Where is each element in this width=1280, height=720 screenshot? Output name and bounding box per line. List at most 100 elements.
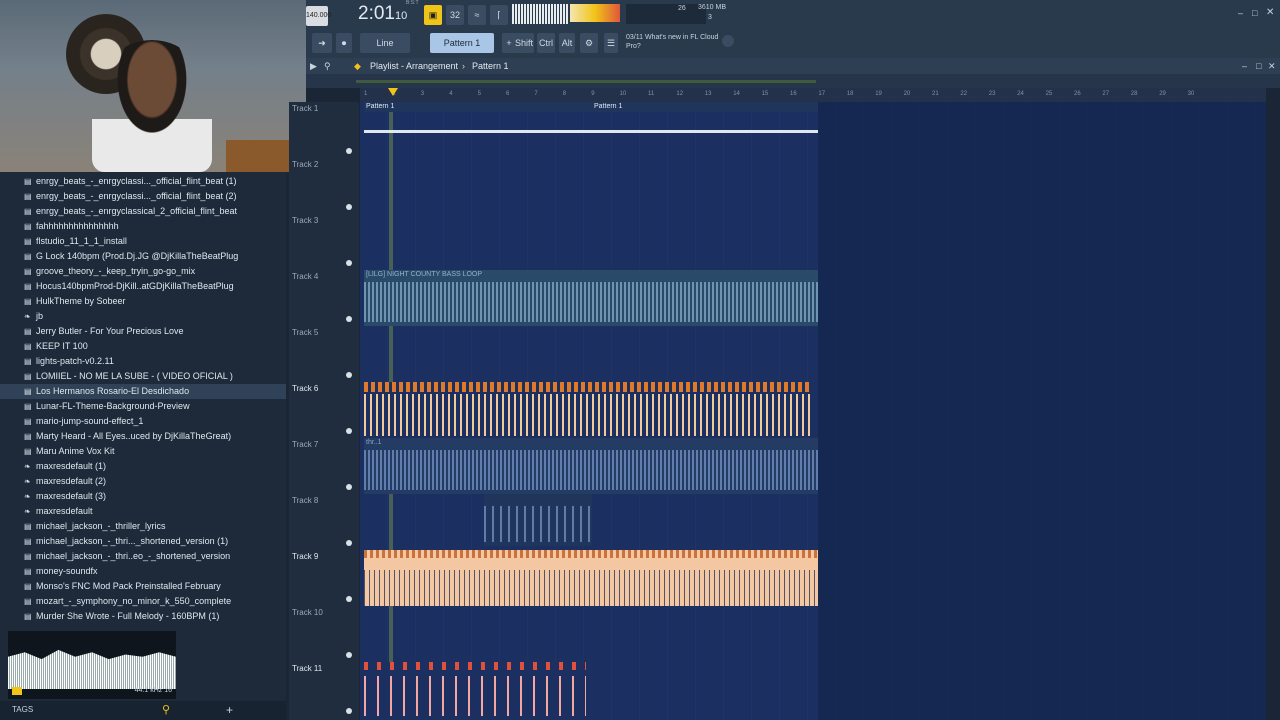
- track-mute-dot[interactable]: [346, 596, 352, 602]
- arrow-right-icon[interactable]: ➜: [312, 33, 332, 53]
- track-label[interactable]: Track 1: [292, 104, 318, 113]
- automation-line[interactable]: [364, 130, 818, 133]
- clip-audio-track9[interactable]: [364, 550, 818, 606]
- clip-audio-track6[interactable]: [364, 382, 810, 438]
- add-button[interactable]: +: [226, 703, 233, 717]
- mic-icon[interactable]: ⏺: [336, 33, 352, 53]
- browser-item[interactable]: ▤ lights-patch-v0.2.11: [0, 354, 286, 369]
- ctrl-button[interactable]: Ctrl: [537, 33, 555, 53]
- browser-item[interactable]: ▤ LOMIIEL - NO ME LA SUBE - ( VIDEO OFICI…: [0, 369, 286, 384]
- tags-label[interactable]: TAGS: [12, 705, 33, 714]
- browser-item[interactable]: ▤ Jerry Butler - For Your Precious Love: [0, 324, 286, 339]
- shift-button[interactable]: Shift: [514, 33, 534, 53]
- clip-audio-track7[interactable]: thr..1: [364, 438, 818, 494]
- pl-maximize-icon[interactable]: □: [1256, 58, 1261, 74]
- clip-pattern-b[interactable]: Pattern 1: [592, 102, 818, 112]
- pl-menu-icon[interactable]: ▶: [310, 58, 317, 74]
- track-mute-dot[interactable]: [346, 148, 352, 154]
- browser-item[interactable]: ▤ michael_jackson_-_thri..eo_-_shortened_…: [0, 549, 286, 564]
- track-mute-dot[interactable]: [346, 652, 352, 658]
- news-panel[interactable]: 03/11 What's new in FL Cloud Pro?: [626, 33, 726, 51]
- track-label[interactable]: Track 10: [292, 608, 323, 617]
- browser-item[interactable]: ▤ mario-jump-sound-effect_1: [0, 414, 286, 429]
- track-label[interactable]: Track 7: [292, 440, 318, 449]
- track-mute-dot[interactable]: [346, 428, 352, 434]
- tool-icon[interactable]: ⚙: [580, 33, 598, 53]
- time-ruler[interactable]: 1 2 3 4 5 6 7 8 9 10 11 12 13 14 15 16 17 18 19 20 21 22 23 24 2…: [360, 88, 1266, 102]
- browser-item[interactable]: ▤ michael_jackson_-_thriller_lyrics: [0, 519, 286, 534]
- cart-icon[interactable]: ☰: [604, 33, 618, 53]
- track-label[interactable]: Track 6: [292, 384, 318, 393]
- browser-item[interactable]: ▤ Lunar-FL-Theme-Background-Preview: [0, 399, 286, 414]
- track-mute-dot[interactable]: [346, 204, 352, 210]
- browser-item[interactable]: ▤ mozart_-_symphony_no_minor_k_550_comple…: [0, 594, 286, 609]
- browser-item[interactable]: ▤ Los Hermanos Rosario-El Desdichado: [0, 384, 286, 399]
- pattern-mode-button[interactable]: ▣: [424, 5, 442, 25]
- pl-close-icon[interactable]: ✕: [1268, 58, 1276, 74]
- clip-audio-track8[interactable]: [484, 494, 592, 546]
- browser-item[interactable]: ▤ fahhhhhhhhhhhhhhh: [0, 219, 286, 234]
- metronome-icon[interactable]: ⌈: [490, 5, 508, 25]
- track-label[interactable]: Track 8: [292, 496, 318, 505]
- globe-icon[interactable]: [722, 35, 734, 47]
- browser-item[interactable]: ▤ G Lock 140bpm (Prod.Dj.JG @DjKillaTheBe…: [0, 249, 286, 264]
- vertical-scrollbar[interactable]: [1268, 102, 1280, 720]
- browser-item[interactable]: ▤ money-soundfx: [0, 564, 286, 579]
- browser-item[interactable]: ▤ groove_theory_-_keep_tryin_go-go_mix: [0, 264, 286, 279]
- track-mute-dot[interactable]: [346, 540, 352, 546]
- tempo-display[interactable]: 140.000: [306, 6, 331, 26]
- search-icon[interactable]: ⚲: [162, 703, 170, 716]
- pattern-select[interactable]: Pattern 1: [430, 33, 494, 53]
- browser-item[interactable]: ▤ Murder She Wrote - Full Melody - 160BPM…: [0, 609, 286, 624]
- zoom-icon[interactable]: ⚲: [324, 58, 331, 74]
- pl-minimize-icon[interactable]: –: [1242, 58, 1247, 74]
- overview-bar[interactable]: [306, 74, 1280, 88]
- pattern-number[interactable]: 32: [446, 5, 464, 25]
- track-label[interactable]: Track 3: [292, 216, 318, 225]
- browser-item[interactable]: ▤ Maru Anime Vox Kit: [0, 444, 286, 459]
- browser-item[interactable]: ❧ maxresdefault: [0, 504, 286, 519]
- browser-item[interactable]: ▤ enrgy_beats_-_enrgyclassi..._official_f…: [0, 174, 286, 189]
- time-display[interactable]: 2:0110: [358, 3, 407, 25]
- clip-audio-track4[interactable]: [LILG] NIGHT COUNTY BASS LOOP: [364, 270, 818, 326]
- track-label[interactable]: Track 5: [292, 328, 318, 337]
- maximize-icon[interactable]: □: [1252, 8, 1257, 18]
- browser-item[interactable]: ▤ flstudio_11_1_1_install: [0, 234, 286, 249]
- browser-item[interactable]: ❧ jb: [0, 309, 286, 324]
- track-label[interactable]: Track 9: [292, 552, 318, 561]
- track-label[interactable]: Track 4: [292, 272, 318, 281]
- alt-button[interactable]: Alt: [559, 33, 575, 53]
- minimize-icon[interactable]: –: [1238, 8, 1243, 18]
- browser-item[interactable]: ❧ maxresdefault (1): [0, 459, 286, 474]
- track-mute-dot[interactable]: [346, 372, 352, 378]
- arrange-icon[interactable]: ◆: [354, 58, 361, 74]
- snap-select[interactable]: Line: [360, 33, 410, 53]
- clip-audio-track11[interactable]: [364, 662, 586, 720]
- clip-pattern-b-label: Pattern 1: [594, 103, 623, 110]
- audio-file-icon: ▤: [24, 537, 32, 546]
- track-mute-dot[interactable]: [346, 484, 352, 490]
- playlist-pattern[interactable]: Pattern 1: [472, 58, 509, 74]
- ruler-tick: 1: [364, 91, 368, 97]
- track-mute-dot[interactable]: [346, 316, 352, 322]
- play-preview-icon[interactable]: [12, 687, 22, 695]
- playhead-marker-icon[interactable]: [388, 88, 398, 96]
- track-label[interactable]: Track 2: [292, 160, 318, 169]
- browser-item[interactable]: ▤ Hocus140bpmProd-DjKill..atGDjKillaTheBe…: [0, 279, 286, 294]
- browser-item[interactable]: ▤ Marty Heard - All Eyes..uced by DjKilla…: [0, 429, 286, 444]
- browser-item[interactable]: ❧ maxresdefault (2): [0, 474, 286, 489]
- browser-item[interactable]: ▤ michael_jackson_-_thri..._shortened_ver…: [0, 534, 286, 549]
- audio-file-icon: ▤: [24, 552, 32, 561]
- clip-pattern-a[interactable]: Pattern 1: [364, 102, 592, 112]
- browser-item[interactable]: ▤ KEEP IT 100: [0, 339, 286, 354]
- wave-icon[interactable]: ≈: [468, 5, 486, 25]
- close-icon[interactable]: ✕: [1266, 7, 1274, 18]
- browser-item[interactable]: ▤ enrgy_beats_-_enrgyclassi..._official_f…: [0, 189, 286, 204]
- track-mute-dot[interactable]: [346, 260, 352, 266]
- browser-item[interactable]: ▤ HulkTheme by Sobeer: [0, 294, 286, 309]
- track-label[interactable]: Track 11: [292, 664, 322, 673]
- track-mute-dot[interactable]: [346, 708, 352, 714]
- browser-item[interactable]: ▤ Monso's FNC Mod Pack Preinstalled Febru…: [0, 579, 286, 594]
- browser-item[interactable]: ❧ maxresdefault (3): [0, 489, 286, 504]
- browser-item[interactable]: ▤ enrgy_beats_-_enrgyclassical_2_official…: [0, 204, 286, 219]
